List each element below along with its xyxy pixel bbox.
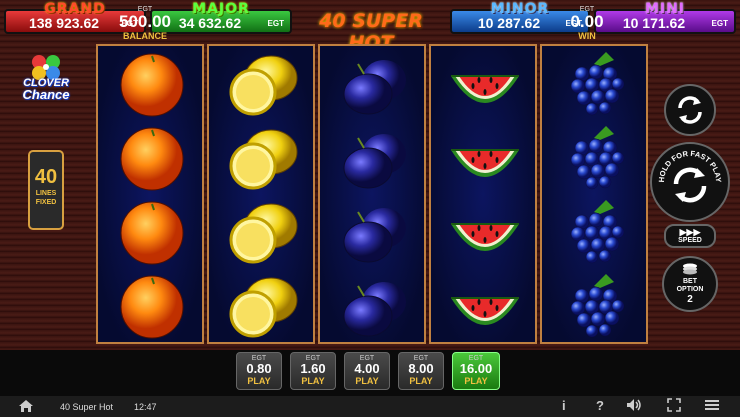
bet-label: PLAY: [301, 376, 325, 386]
bet-button-1[interactable]: EGT 0.80 PLAY: [236, 352, 282, 390]
jackpot-value: 10 287.62: [477, 15, 541, 31]
bet-label: PLAY: [409, 376, 433, 386]
lines-fixed-panel: 40 LINES FIXED: [28, 150, 64, 230]
bet-label: PLAY: [464, 376, 488, 386]
fixed-label: FIXED: [35, 199, 57, 206]
fast-forward-icon: ▶▶▶: [679, 227, 701, 237]
win-display: EGT 0.00 WIN: [552, 6, 622, 41]
lines-count: 40: [34, 166, 58, 188]
watermelon-icon: [451, 223, 519, 251]
info-icon[interactable]: i: [562, 398, 566, 413]
jackpot-currency: EGT: [711, 19, 728, 28]
bet-option-value: 2: [687, 294, 693, 305]
status-clock: 12:47: [134, 402, 157, 412]
bet-option-label: BET: [683, 278, 697, 285]
plum-icon: [343, 208, 406, 263]
reel-1: [96, 44, 204, 344]
speed-label: SPEED: [678, 237, 702, 244]
status-game-title: 40 Super Hot: [60, 402, 114, 412]
coin-stack-icon: [664, 263, 716, 278]
orange-icon: [120, 127, 184, 191]
speed-button[interactable]: ▶▶▶ SPEED: [664, 224, 716, 248]
watermelon-icon: [451, 149, 519, 177]
orange-icon: [120, 53, 184, 117]
clover-chance-logo: CLOVER Chance: [14, 52, 78, 112]
autoplay-button[interactable]: [664, 84, 716, 136]
bet-amount: 8.00: [408, 361, 434, 376]
spin-button[interactable]: HOLD FOR FAST PLAY: [650, 142, 730, 222]
balance-label: BALANCE: [123, 31, 167, 41]
win-label: WIN: [578, 31, 596, 41]
bet-amount: 1.60: [300, 361, 326, 376]
lemon-icon: [229, 55, 298, 116]
grapes-icon: [570, 126, 625, 190]
win-amount: 0.00: [570, 12, 604, 31]
grapes-icon: [570, 200, 625, 264]
plum-icon: [343, 282, 406, 337]
bet-label: PLAY: [247, 376, 271, 386]
home-icon[interactable]: [18, 399, 34, 415]
logo-line2: Chance: [22, 87, 70, 102]
balance-amount: 500.00: [119, 12, 171, 31]
menu-icon[interactable]: [704, 398, 720, 415]
svg-text:HOLD FOR FAST PLAY: HOLD FOR FAST PLAY: [657, 149, 723, 183]
jackpot-value: 138 923.62: [28, 15, 100, 31]
bet-option-button[interactable]: BET OPTION 2: [662, 256, 718, 312]
sound-icon[interactable]: [626, 398, 642, 415]
lemon-icon: [229, 129, 298, 190]
reel-5: [540, 44, 648, 344]
plum-icon: [343, 60, 406, 115]
bet-label: PLAY: [355, 376, 379, 386]
status-bar: 40 Super Hot 12:47 i ?: [0, 396, 740, 417]
bet-amount: 0.80: [246, 361, 272, 376]
orange-icon: [120, 275, 184, 339]
lemon-icon: [229, 277, 298, 338]
help-icon[interactable]: ?: [596, 398, 604, 413]
watermelon-icon: [451, 75, 519, 103]
reel-4: [429, 44, 537, 344]
bet-button-2[interactable]: EGT 1.60 PLAY: [290, 352, 336, 390]
lines-label: LINES: [35, 190, 57, 197]
orange-icon: [120, 201, 184, 265]
jackpot-currency: EGT: [267, 19, 284, 28]
balance-display: EGT 500.00 BALANCE: [110, 6, 180, 41]
bet-amount: 4.00: [354, 361, 380, 376]
watermelon-icon: [451, 297, 519, 325]
bet-amount: 16.00: [459, 361, 493, 376]
reel-3: [318, 44, 426, 344]
spin-icon: HOLD FOR FAST PLAY: [657, 149, 723, 203]
bet-button-4[interactable]: EGT 8.00 PLAY: [398, 352, 444, 390]
autoplay-icon: [678, 96, 702, 124]
fullscreen-icon[interactable]: [667, 398, 681, 415]
bet-button-3[interactable]: EGT 4.00 PLAY: [344, 352, 390, 390]
bet-option-label2: OPTION: [676, 286, 704, 293]
lemon-icon: [229, 203, 298, 264]
plum-icon: [343, 134, 406, 189]
grapes-icon: [570, 52, 625, 116]
bet-button-5[interactable]: EGT 16.00 PLAY: [452, 352, 500, 390]
fast-play-label: HOLD FOR FAST PLAY: [657, 149, 723, 183]
grapes-icon: [570, 274, 625, 338]
reel-2: [207, 44, 315, 344]
